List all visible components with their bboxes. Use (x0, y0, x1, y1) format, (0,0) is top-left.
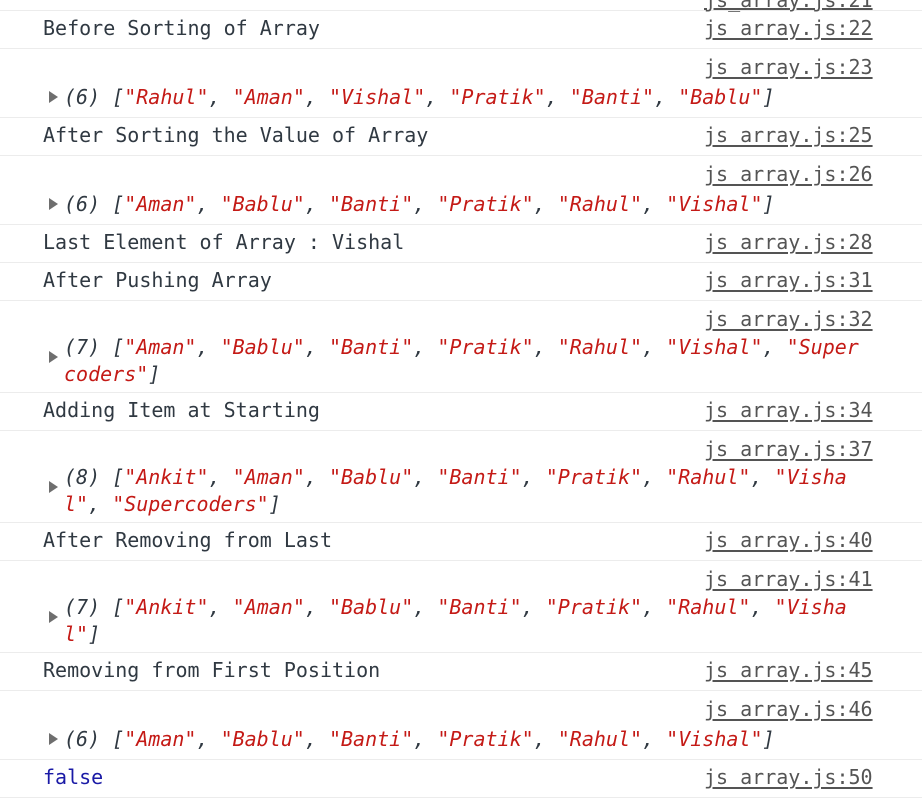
array-string-item: "Bablu" (328, 465, 414, 489)
console-panel: js_array.js:21 Before Sorting of Array j… (0, 0, 922, 798)
source-link[interactable]: js_array.js:26 (704, 162, 873, 186)
array-string-item: "Banti" (328, 727, 414, 751)
log-message: Last Element of Array : Vishal (43, 230, 405, 254)
source-link[interactable]: js_array.js:37 (704, 437, 873, 461)
array-string-item: "Bablu" (220, 727, 305, 751)
array-string-item: "Bablu" (220, 335, 305, 359)
array-string-item: "Pratik" (545, 465, 643, 489)
console-log-row: Before Sorting of Array js_array.js:22 (0, 11, 922, 49)
array-string-item: "Vishal" (328, 85, 426, 109)
array-preview[interactable]: (7) ["Ankit", "Aman", "Bablu", "Banti", … (64, 594, 847, 648)
console-log-row: Last Element of Array : Vishal js_array.… (0, 225, 922, 263)
array-string-item: "Banti" (437, 465, 522, 489)
console-log-row: After Removing from Last js_array.js:40 (0, 523, 922, 561)
array-preview[interactable]: (6) ["Aman", "Bablu", "Banti", "Pratik",… (64, 191, 775, 218)
log-message: After Pushing Array (43, 268, 272, 292)
array-string-item: "Banti" (437, 595, 522, 619)
array-string-item: "Aman" (232, 85, 305, 109)
console-log-row: js_array.js:23 (6) ["Rahul", "Aman", "Vi… (0, 49, 922, 118)
source-link[interactable]: js_array.js:31 (704, 268, 873, 292)
array-string-item: "Banti" (569, 85, 655, 109)
array-string-item: "Ankit" (124, 465, 209, 489)
log-value-boolean: false (43, 765, 104, 789)
source-link[interactable]: js_array.js:28 (704, 230, 873, 254)
array-string-item: "Aman" (124, 335, 197, 359)
expand-triangle-icon[interactable] (49, 91, 58, 103)
source-link[interactable]: js_array.js:32 (704, 307, 873, 331)
array-preview[interactable]: (6) ["Aman", "Bablu", "Banti", "Pratik",… (64, 726, 775, 753)
source-link[interactable]: js_array.js:50 (704, 765, 873, 789)
array-string-item: "Pratik" (437, 727, 534, 751)
array-string-item: "Pratik" (437, 192, 534, 216)
array-string-item: "Aman" (232, 465, 305, 489)
array-preview[interactable]: (8) ["Ankit", "Aman", "Bablu", "Banti", … (64, 464, 847, 518)
console-log-row: js_array.js:26 (6) ["Aman", "Bablu", "Ba… (0, 156, 922, 225)
source-link[interactable]: js_array.js:22 (704, 16, 873, 40)
console-log-row: false js_array.js:50 (0, 760, 922, 798)
expand-triangle-icon[interactable] (49, 351, 58, 363)
source-link[interactable]: js_array.js:41 (704, 567, 873, 591)
console-log-row: Removing from First Position js_array.js… (0, 653, 922, 691)
array-string-item: "Rahul" (124, 85, 209, 109)
source-link[interactable]: js_array.js:45 (704, 658, 873, 682)
array-preview[interactable]: (6) ["Rahul", "Aman", "Vishal", "Pratik"… (64, 84, 775, 111)
source-link[interactable]: js_array.js:34 (704, 398, 873, 422)
console-log-row: Adding Item at Starting js_array.js:34 (0, 393, 922, 431)
array-string-item: "Aman" (232, 595, 305, 619)
console-log-row: js_array.js:32 (7) ["Aman", "Bablu", "Ba… (0, 301, 922, 393)
array-string-item: "Pratik" (545, 595, 643, 619)
expand-triangle-icon[interactable] (49, 611, 58, 623)
array-string-item: "Aman" (124, 727, 197, 751)
array-string-item: "Rahul" (557, 192, 643, 216)
array-string-item: "Vishal" (666, 192, 763, 216)
array-string-item: "Bablu" (678, 85, 763, 109)
array-string-item: "Bablu" (220, 192, 305, 216)
array-string-item: "Rahul" (557, 335, 643, 359)
source-link[interactable]: js_array.js:40 (704, 528, 873, 552)
array-string-item: "Rahul" (666, 595, 751, 619)
array-string-item: "Banti" (328, 335, 414, 359)
array-string-item: "Vishal" (666, 335, 763, 359)
console-log-row: After Pushing Array js_array.js:31 (0, 263, 922, 301)
array-string-item: "Pratik" (437, 335, 534, 359)
console-row-partial: js_array.js:21 (0, 0, 922, 12)
log-message: After Removing from Last (43, 528, 332, 552)
array-string-item: "Supercoders" (112, 492, 269, 516)
array-preview[interactable]: (7) ["Aman", "Bablu", "Banti", "Pratik",… (64, 334, 859, 388)
source-link[interactable]: js_array.js:46 (704, 697, 873, 721)
expand-triangle-icon[interactable] (49, 198, 58, 210)
console-log-row: js_array.js:41 (7) ["Ankit", "Aman", "Ba… (0, 561, 922, 653)
array-string-item: "Aman" (124, 192, 197, 216)
array-string-item: "Rahul" (666, 465, 751, 489)
array-string-item: "Pratik" (449, 85, 546, 109)
source-link[interactable]: js_array.js:25 (704, 123, 873, 147)
array-string-item: "Rahul" (557, 727, 643, 751)
expand-triangle-icon[interactable] (49, 733, 58, 745)
array-string-item: "Banti" (328, 192, 414, 216)
log-message: Removing from First Position (43, 658, 381, 682)
console-log-row: js_array.js:46 (6) ["Aman", "Bablu", "Ba… (0, 691, 922, 760)
array-string-item: "Ankit" (124, 595, 209, 619)
array-string-item: "Bablu" (328, 595, 414, 619)
console-log-row: js_array.js:37 (8) ["Ankit", "Aman", "Ba… (0, 431, 922, 523)
log-message: Adding Item at Starting (43, 398, 320, 422)
source-link[interactable]: js_array.js:23 (704, 55, 873, 79)
expand-triangle-icon[interactable] (49, 481, 58, 493)
console-log-row: After Sorting the Value of Array js_arra… (0, 118, 922, 156)
log-message: Before Sorting of Array (43, 16, 320, 40)
array-string-item: "Vishal" (666, 727, 763, 751)
log-message: After Sorting the Value of Array (43, 123, 429, 147)
